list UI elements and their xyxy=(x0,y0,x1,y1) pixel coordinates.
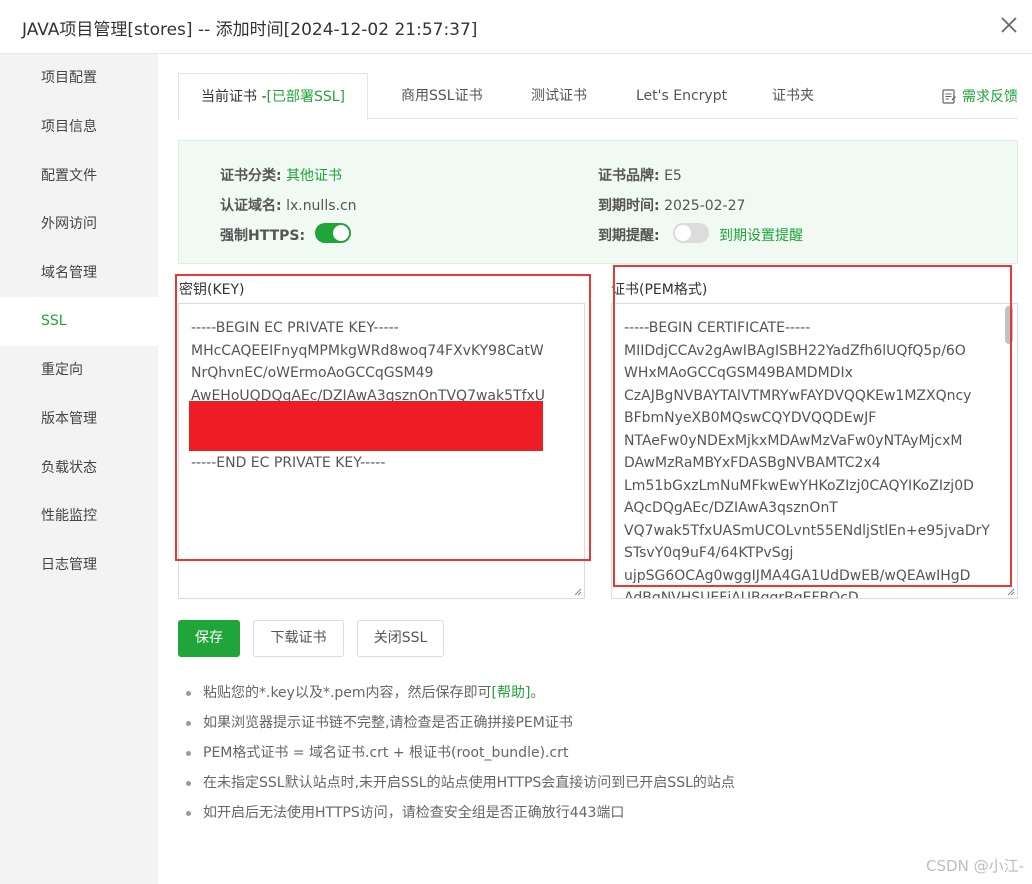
expire-reminder-link[interactable]: 到期设置提醒 xyxy=(719,225,803,245)
tips-list: 粘贴您的*.key以及*.pem内容，然后保存即可[帮助]。 如果浏览器提示证书… xyxy=(186,683,735,833)
resize-handle-icon[interactable] xyxy=(572,586,582,596)
tip-item: 粘贴您的*.key以及*.pem内容，然后保存即可[帮助]。 xyxy=(186,683,735,713)
cert-info-panel: 证书分类: 其他证书 证书品牌: E5 认证域名: lx.nulls.cn 到期… xyxy=(178,140,1018,264)
save-button[interactable]: 保存 xyxy=(178,620,240,657)
sidebar-item-config-file[interactable]: 配置文件 xyxy=(0,152,158,201)
feedback-icon xyxy=(942,89,956,104)
tip-item: 在未指定SSL默认站点时,未开启SSL的站点使用HTTPS会直接访问到已开启SS… xyxy=(186,773,735,803)
sidebar-item-external-access[interactable]: 外网访问 xyxy=(0,200,158,249)
dialog-header: JAVA项目管理[stores] -- 添加时间[2024-12-02 21:5… xyxy=(0,0,1032,54)
cert-textarea[interactable]: -----BEGIN CERTIFICATE----- MIIDdjCCAv2g… xyxy=(611,303,1018,599)
sidebar-item-project-info[interactable]: 项目信息 xyxy=(0,103,158,152)
cert-scrollbar[interactable] xyxy=(1005,306,1013,344)
cert-domain-value: lx.nulls.cn xyxy=(286,198,357,214)
cert-category-label: 证书分类: xyxy=(220,168,282,184)
dialog-title: JAVA项目管理[stores] -- 添加时间[2024-12-02 21:5… xyxy=(22,20,478,40)
cert-expire-row: 到期时间: 2025-02-27 xyxy=(598,195,745,215)
expire-reminder-toggle[interactable] xyxy=(673,223,709,243)
ssl-dialog: JAVA项目管理[stores] -- 添加时间[2024-12-02 21:5… xyxy=(0,0,1032,884)
tab-test-cert[interactable]: 测试证书 xyxy=(531,73,587,119)
tab-lets-encrypt[interactable]: Let's Encrypt xyxy=(636,73,727,119)
toggle-knob xyxy=(333,225,349,241)
cert-brand-row: 证书品牌: E5 xyxy=(598,165,682,185)
key-textarea[interactable]: -----BEGIN EC PRIVATE KEY----- MHcCAQEEI… xyxy=(178,303,585,599)
feedback-link[interactable]: 需求反馈 xyxy=(941,86,1018,106)
cert-category-row: 证书分类: 其他证书 xyxy=(220,165,342,185)
sidebar-item-ssl[interactable]: SSL xyxy=(0,297,158,346)
expire-reminder-row: 到期提醒: xyxy=(598,225,660,245)
sidebar: 项目配置 项目信息 配置文件 外网访问 域名管理 SSL 重定向 版本管理 负载… xyxy=(0,54,158,884)
sidebar-item-version[interactable]: 版本管理 xyxy=(0,395,158,444)
tip-item: 如果浏览器提示证书链不完整,请检查是否正确拼接PEM证书 xyxy=(186,713,735,743)
cert-tabs: 当前证书 -[已部署SSL] 商用SSL证书 测试证书 Let's Encryp… xyxy=(178,73,1018,120)
sidebar-item-logs[interactable]: 日志管理 xyxy=(0,541,158,590)
tip-text: 粘贴您的*.key以及*.pem内容，然后保存即可 xyxy=(203,685,492,701)
sidebar-item-project-config[interactable]: 项目配置 xyxy=(0,54,158,103)
tip-item: 如开启后无法使用HTTPS访问，请检查安全组是否正确放行443端口 xyxy=(186,803,735,833)
force-https-row: 强制HTTPS: xyxy=(220,225,305,245)
key-content: -----BEGIN EC PRIVATE KEY----- MHcCAQEEI… xyxy=(191,320,546,471)
tab-cert-folder[interactable]: 证书夹 xyxy=(772,73,814,119)
cert-expire-label: 到期时间: xyxy=(598,198,660,214)
cert-category-value: 其他证书 xyxy=(286,168,343,184)
tab-current-label: 当前证书 - xyxy=(201,89,267,105)
tip-item: PEM格式证书 = 域名证书.crt + 根证书(root_bundle).cr… xyxy=(186,743,735,773)
feedback-label: 需求反馈 xyxy=(962,89,1018,105)
close-icon[interactable] xyxy=(996,12,1022,38)
force-https-label: 强制HTTPS: xyxy=(220,228,306,244)
help-link[interactable]: [帮助] xyxy=(492,685,531,701)
deployed-badge: [已部署SSL] xyxy=(266,89,346,105)
cert-expire-value: 2025-02-27 xyxy=(664,198,746,214)
tab-commercial-ssl[interactable]: 商用SSL证书 xyxy=(401,73,483,119)
tip-suffix: 。 xyxy=(530,685,545,701)
sidebar-item-performance[interactable]: 性能监控 xyxy=(0,492,158,541)
close-ssl-button[interactable]: 关闭SSL xyxy=(357,620,444,657)
expire-reminder-label: 到期提醒: xyxy=(598,228,660,244)
toggle-knob xyxy=(675,225,691,241)
cert-domain-label: 认证域名: xyxy=(220,198,282,214)
tab-current-cert[interactable]: 当前证书 -[已部署SSL] xyxy=(178,73,369,120)
resize-handle-icon[interactable] xyxy=(1005,586,1015,596)
sidebar-item-load-status[interactable]: 负载状态 xyxy=(0,444,158,493)
expire-reminder-link-label: 到期设置提醒 xyxy=(719,228,803,244)
watermark: CSDN @小江- xyxy=(926,857,1024,875)
cert-label: 证书(PEM格式) xyxy=(611,282,708,298)
cert-domain-row: 认证域名: lx.nulls.cn xyxy=(220,195,357,215)
key-label: 密钥(KEY) xyxy=(179,282,245,298)
redaction-block xyxy=(189,401,543,451)
cert-content: -----BEGIN CERTIFICATE----- MIIDdjCCAv2g… xyxy=(624,320,990,599)
cert-brand-value: E5 xyxy=(664,168,682,184)
force-https-toggle[interactable] xyxy=(315,223,351,243)
cert-brand-label: 证书品牌: xyxy=(598,168,660,184)
sidebar-item-domain[interactable]: 域名管理 xyxy=(0,249,158,298)
sidebar-item-redirect[interactable]: 重定向 xyxy=(0,346,158,395)
download-cert-button[interactable]: 下载证书 xyxy=(253,620,344,657)
